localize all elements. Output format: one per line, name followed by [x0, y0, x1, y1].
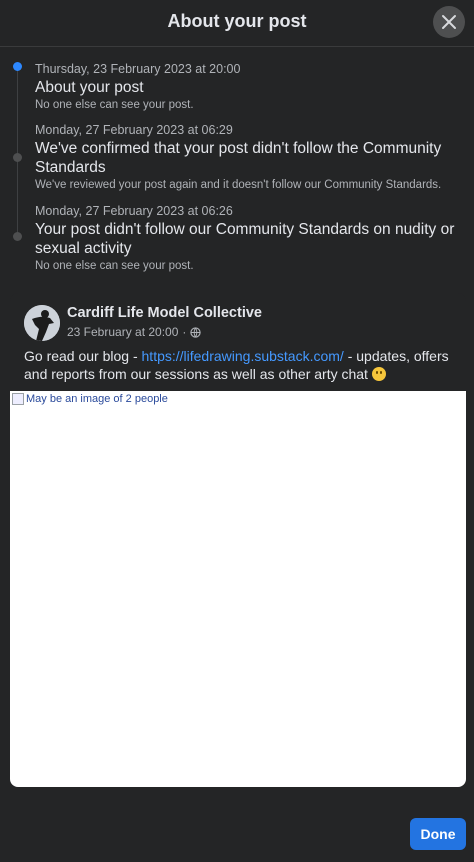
dialog-header: About your post — [0, 0, 474, 47]
timeline-title: About your post — [35, 79, 144, 96]
timeline-dot — [13, 232, 22, 241]
timeline-title: We've confirmed that your post didn't fo… — [35, 140, 442, 176]
post-text-before: Go read our blog - — [24, 348, 142, 364]
post-image[interactable]: May be an image of 2 people — [10, 391, 466, 787]
post-text: Go read our blog - https://lifedrawing.s… — [24, 347, 456, 383]
timeline-dot-active — [13, 62, 22, 71]
done-button[interactable]: Done — [410, 818, 466, 850]
close-button[interactable] — [433, 6, 465, 38]
figure-icon — [24, 305, 60, 341]
close-icon — [442, 15, 456, 29]
timeline-date: Monday, 27 February 2023 at 06:26 — [35, 204, 233, 218]
timeline-description: No one else can see your post. — [35, 99, 194, 111]
post-timestamp[interactable]: 23 February at 20:00 — [67, 325, 178, 339]
timeline-title: Your post didn't follow our Community St… — [35, 221, 455, 257]
broken-image-icon — [12, 393, 24, 405]
meta-separator: · — [182, 325, 187, 339]
post-link[interactable]: https://lifedrawing.substack.com/ — [142, 348, 344, 364]
image-alt-text: May be an image of 2 people — [26, 393, 168, 405]
dialog-title: About your post — [167, 11, 307, 31]
status-timeline: Thursday, 23 February 2023 at 20:00 Abou… — [0, 60, 474, 280]
post-meta: 23 February at 20:00 · — [67, 325, 202, 339]
smiley-emoji-icon — [371, 367, 386, 381]
globe-icon — [190, 326, 202, 338]
avatar[interactable] — [24, 305, 60, 341]
timeline-description: No one else can see your post. — [35, 260, 194, 272]
broken-image: May be an image of 2 people — [12, 393, 168, 405]
post-author[interactable]: Cardiff Life Model Collective — [67, 305, 262, 321]
timeline-description: We've reviewed your post again and it do… — [35, 179, 442, 191]
timeline-dot — [13, 153, 22, 162]
timeline-date: Thursday, 23 February 2023 at 20:00 — [35, 62, 241, 76]
timeline-date: Monday, 27 February 2023 at 06:29 — [35, 123, 233, 137]
post-preview: Cardiff Life Model Collective 23 Februar… — [10, 293, 466, 787]
